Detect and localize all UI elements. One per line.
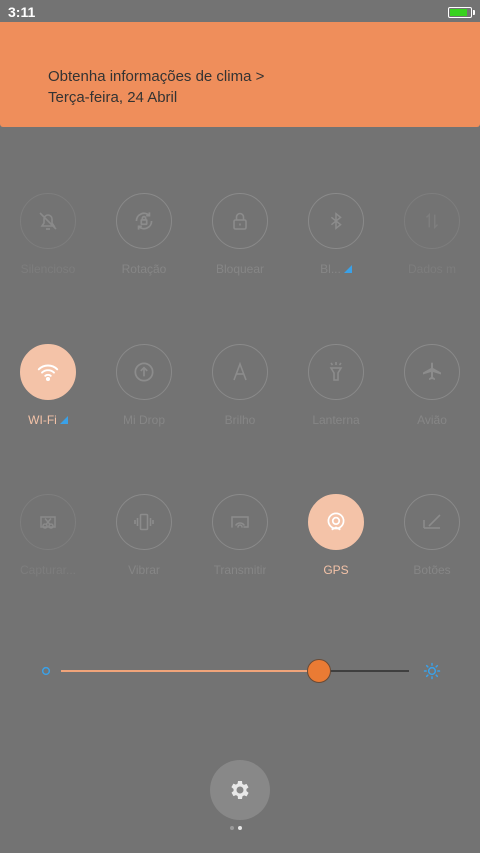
wifi-icon [37, 364, 59, 382]
toggle-buttons-label: Botões [413, 563, 451, 577]
brightness-low-icon [41, 666, 51, 676]
toggle-gps-label: GPS [323, 563, 349, 577]
gear-icon [231, 781, 249, 799]
toggle-lock-label: Bloquear [215, 262, 265, 276]
toggle-airplane-label: Avião [417, 413, 447, 427]
toggle-cast-button[interactable] [212, 494, 268, 550]
bell-off-icon [39, 212, 57, 230]
toggle-airplane[interactable]: Avião [384, 344, 480, 427]
toggle-brightness-label: Brilho [224, 413, 256, 427]
gps-icon [327, 512, 345, 531]
toggle-lock-button[interactable] [212, 193, 268, 249]
auto-brightness-icon [233, 361, 247, 381]
toggle-rotation-button[interactable] [116, 193, 172, 249]
vibrate-icon [134, 513, 154, 531]
toggle-buttons-button[interactable] [404, 494, 460, 550]
flashlight-icon [329, 362, 343, 381]
airplane-icon [423, 362, 441, 380]
buttons-icon [423, 514, 441, 529]
toggle-mi-drop[interactable]: Mi Drop [96, 344, 192, 427]
toggle-gps[interactable]: GPS [288, 494, 384, 577]
rotation-lock-icon [135, 212, 153, 230]
brightness-high-icon [423, 662, 441, 680]
toggle-silent-button[interactable] [20, 193, 76, 249]
toggle-mobile-data[interactable]: Dados m [384, 193, 480, 276]
screenshot-icon [40, 516, 56, 529]
toggle-bluetooth[interactable]: Bl... [288, 193, 384, 276]
toggle-buttons[interactable]: Botões [384, 494, 480, 577]
toggle-lock[interactable]: Bloquear [192, 193, 288, 276]
toggle-flashlight[interactable]: Lanterna [288, 344, 384, 427]
toggle-mobile-data-button[interactable] [404, 193, 460, 249]
weather-link[interactable]: Obtenha informações de clima > [48, 66, 480, 87]
brightness-thumb[interactable] [306, 659, 331, 683]
brightness-track[interactable] [61, 670, 409, 672]
lock-icon [233, 212, 247, 230]
cast-icon [231, 516, 249, 528]
toggle-screenshot-label: Capturar... [19, 563, 77, 577]
toggle-screenshot-button[interactable] [20, 494, 76, 550]
page-indicator [230, 826, 242, 830]
toggle-silent[interactable]: Silencioso [0, 193, 96, 276]
toggle-brightness[interactable]: Brilho [192, 344, 288, 427]
page-dot-active [238, 826, 242, 830]
toggle-mi-drop-label: Mi Drop [122, 413, 165, 427]
toggle-cast[interactable]: Transmitir [192, 494, 288, 577]
brightness-track-fill [61, 670, 319, 672]
date-text: Terça-feira, 24 Abril [48, 89, 178, 106]
mobile-data-icon [425, 212, 439, 230]
page-dot [230, 826, 234, 830]
weather-card[interactable]: Obtenha informações de clima > Terça-fei… [0, 22, 480, 127]
toggle-flashlight-label: Lanterna [312, 413, 360, 427]
toggle-vibrate[interactable]: Vibrar [96, 494, 192, 577]
toggle-mi-drop-button[interactable] [116, 344, 172, 400]
toggle-screenshot[interactable]: Capturar... [0, 494, 96, 577]
toggle-gps-button[interactable] [308, 494, 364, 550]
more-indicator-icon [343, 265, 352, 273]
toggle-rotation-label: Rotação [121, 262, 167, 276]
clock: 3:11 [8, 4, 36, 20]
more-indicator-icon [59, 416, 68, 424]
toggle-brightness-button[interactable] [212, 344, 268, 400]
toggle-silent-label: Silencioso [20, 262, 76, 276]
settings-button[interactable] [210, 760, 270, 820]
brightness-slider[interactable] [38, 656, 442, 686]
toggle-airplane-button[interactable] [404, 344, 460, 400]
battery-icon [448, 6, 475, 18]
bluetooth-icon [330, 212, 342, 230]
toggle-bluetooth-button[interactable] [308, 193, 364, 249]
mi-drop-icon [134, 362, 154, 382]
toggle-wifi-button[interactable] [20, 344, 76, 400]
toggle-wifi[interactable]: WI-Fi [0, 344, 96, 427]
toggle-vibrate-button[interactable] [116, 494, 172, 550]
status-bar: 3:11 [0, 0, 480, 24]
toggle-bluetooth-label: Bl... [320, 262, 352, 276]
toggle-flashlight-button[interactable] [308, 344, 364, 400]
toggle-vibrate-label: Vibrar [128, 563, 160, 577]
toggle-mobile-data-label: Dados m [407, 262, 457, 276]
toggle-rotation[interactable]: Rotação [96, 193, 192, 276]
toggle-wifi-label: WI-Fi [28, 413, 68, 427]
toggle-cast-label: Transmitir [213, 563, 267, 577]
